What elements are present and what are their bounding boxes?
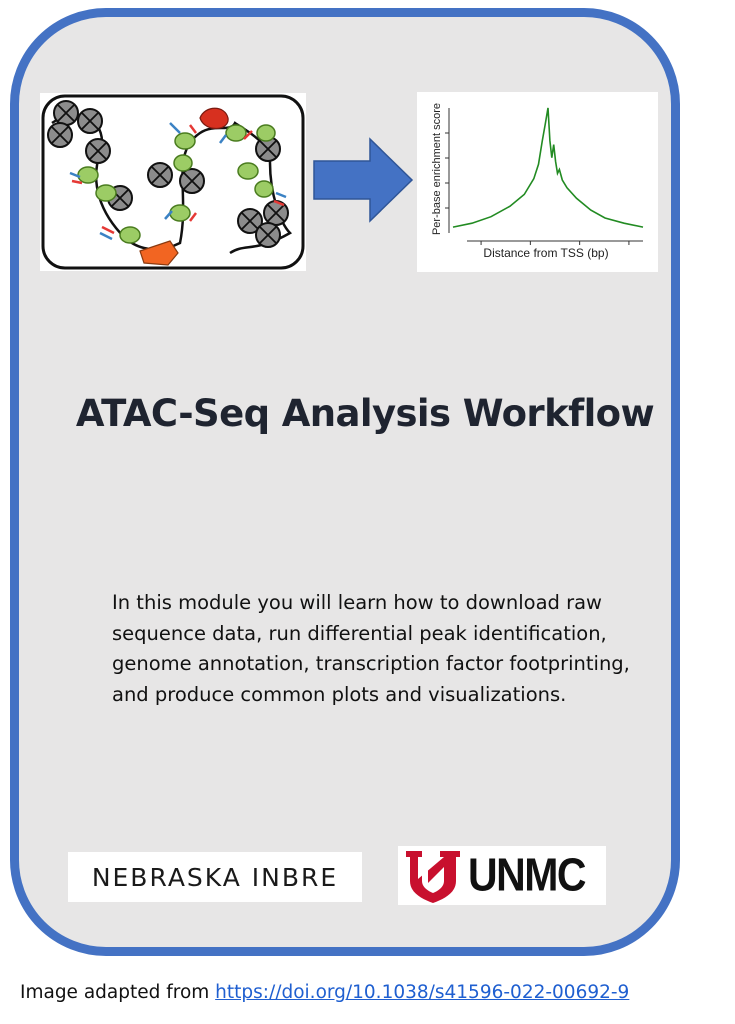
- credit-prefix: Image adapted from: [20, 982, 216, 1003]
- nebraska-inbre-logo: NEBRASKA INBRE: [68, 852, 362, 902]
- enrichment-chart: Per-base enrichment score Distance from …: [417, 92, 658, 272]
- unmc-wordmark: UNMC: [468, 849, 586, 901]
- chromatin-nucleosome-diagram-icon: [41, 94, 305, 270]
- enrichment-plot: Per-base enrichment score Distance from …: [431, 103, 644, 260]
- chart-xlabel: Distance from TSS (bp): [483, 246, 608, 260]
- chart-ylabel: Per-base enrichment score: [431, 103, 443, 235]
- right-arrow-icon: [313, 137, 414, 223]
- unmc-n-shield-icon: [406, 850, 460, 903]
- module-description: In this module you will learn how to dow…: [112, 591, 630, 706]
- image-credit: Image adapted from https://doi.org/10.10…: [20, 982, 629, 1003]
- page-title: ATAC-Seq Analysis Workflow: [75, 392, 655, 435]
- unmc-logo: UNMC: [398, 846, 606, 905]
- chromatin-diagram: [40, 93, 306, 271]
- chart-series-line: [452, 107, 644, 228]
- doi-link[interactable]: https://doi.org/10.1038/s41596-022-00692…: [215, 982, 629, 1003]
